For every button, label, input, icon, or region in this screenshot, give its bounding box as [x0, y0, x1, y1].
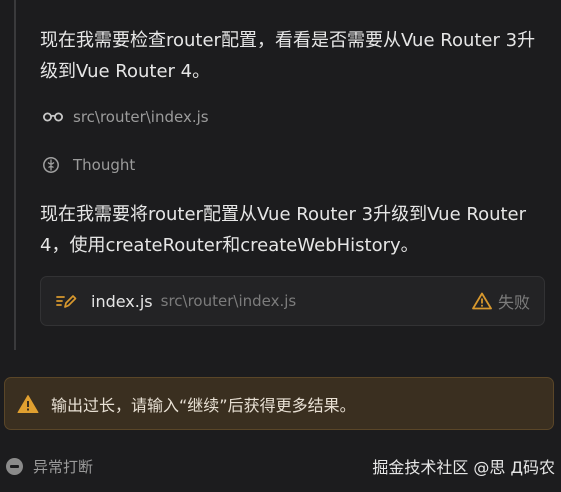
- file-name: index.js: [91, 291, 153, 311]
- assistant-message-1: 现在我需要检查router配置，看看是否需要从Vue Router 3升级到Vu…: [40, 30, 536, 82]
- output-too-long-banner: 输出过长，请输入“继续”后获得更多结果。: [4, 377, 554, 430]
- stop-icon: [6, 457, 23, 475]
- footer: 异常打断 掘金技术社区 @思 Д码农: [6, 455, 555, 477]
- thought-icon: [42, 156, 64, 174]
- file-status-label: 失败: [497, 293, 530, 312]
- read-file-step[interactable]: src\router\index.js: [42, 108, 209, 126]
- assistant-message-2: 现在我需要将router配置从Vue Router 3升级到Vue Router…: [40, 204, 527, 256]
- glasses-icon: [42, 108, 64, 126]
- file-status: 失败: [472, 289, 530, 313]
- watermark: 掘金技术社区 @思 Д码农: [372, 458, 555, 477]
- edit-icon: [55, 292, 77, 310]
- thought-label: Thought: [73, 156, 136, 174]
- read-file-path: src\router\index.js: [73, 108, 209, 126]
- interrupted-label: 异常打断: [33, 457, 94, 476]
- file-path: src\router\index.js: [160, 292, 297, 310]
- thread-line: [14, 0, 16, 350]
- file-edit-card[interactable]: index.js src\router\index.js 失败: [40, 276, 545, 326]
- warning-icon: [17, 394, 39, 414]
- warning-icon: [472, 292, 492, 310]
- thought-step[interactable]: Thought: [42, 156, 135, 174]
- banner-message: 输出过长，请输入“继续”后获得更多结果。: [51, 395, 356, 415]
- chat-panel: 现在我需要检查router配置，看看是否需要从Vue Router 3升级到Vu…: [0, 0, 561, 492]
